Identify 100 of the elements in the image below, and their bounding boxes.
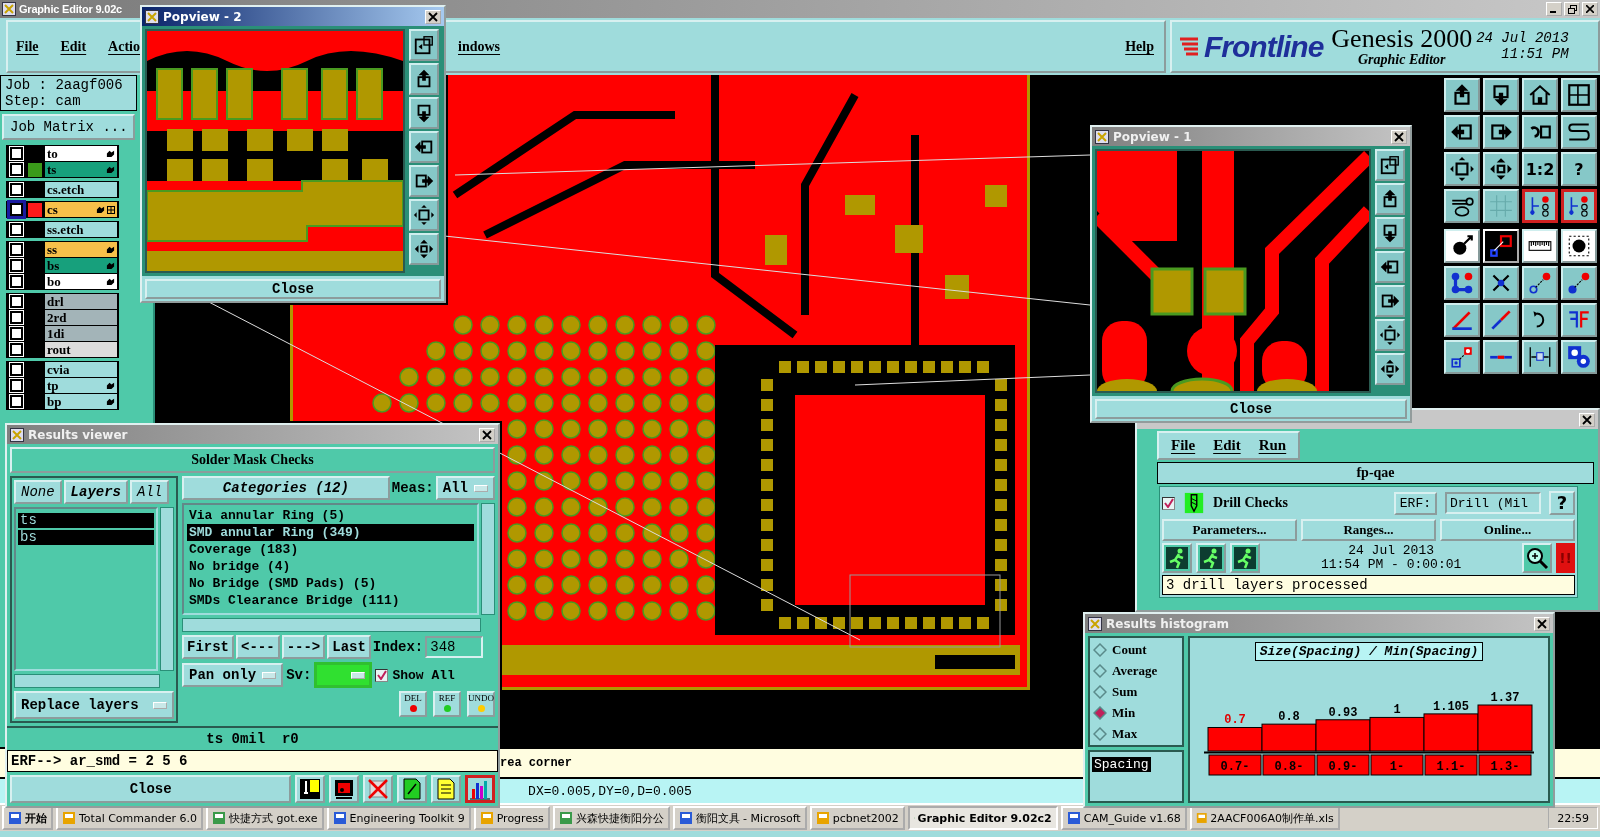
layer-checkbox[interactable] (10, 311, 23, 324)
layer-item[interactable]: bs (45, 258, 117, 273)
tool-button[interactable]: 1:2 (1522, 152, 1558, 186)
job-matrix-button[interactable]: Job Matrix ... (2, 114, 135, 140)
layer-checkbox[interactable] (10, 259, 23, 272)
taskbar-button[interactable]: 衡阳文具 - Microsoft (672, 806, 807, 830)
list-item[interactable]: SMDs Clearance Bridge (111) (187, 592, 474, 609)
layer-item[interactable]: 1di (45, 326, 117, 341)
radio-button[interactable] (1093, 705, 1107, 720)
layer-item[interactable]: to (45, 146, 117, 161)
layer-checkbox[interactable] (10, 379, 23, 392)
navigation-button[interactable]: Last (327, 635, 371, 659)
taskbar-button[interactable]: Progress (473, 806, 550, 830)
taskbar-button[interactable]: pcbnet2002 (809, 806, 905, 830)
menu-item[interactable]: Actio (108, 38, 140, 55)
scrollbar[interactable] (160, 507, 174, 671)
none-button[interactable]: None (14, 480, 62, 504)
close-button[interactable] (1582, 2, 1598, 16)
radio-option[interactable]: Count (1093, 640, 1179, 659)
navigation-button[interactable]: <--- (236, 635, 280, 659)
radio-button[interactable] (1093, 726, 1107, 741)
action-button[interactable]: Ranges... (1301, 519, 1436, 541)
layer-item[interactable]: cvia (45, 362, 117, 377)
layer-item[interactable]: ss (45, 242, 117, 257)
navigation-button[interactable]: ---> (281, 635, 326, 659)
layer-item[interactable]: drl (45, 294, 117, 309)
layer-checkbox[interactable] (10, 147, 23, 160)
list-item[interactable]: ts (18, 513, 154, 528)
menu-item[interactable]: Run (1258, 437, 1287, 454)
layer-checkbox[interactable] (10, 363, 23, 376)
layer-checkbox[interactable] (10, 395, 23, 408)
tool-button[interactable] (1561, 189, 1597, 223)
layer-checkbox[interactable] (10, 275, 23, 288)
menu-item[interactable]: File (16, 38, 39, 55)
taskbar-button[interactable]: 兴森快捷衡阳分公 (552, 806, 670, 830)
layer-checkbox[interactable] (10, 243, 23, 256)
radio-button[interactable] (1093, 684, 1107, 699)
layer-checkbox[interactable] (10, 295, 23, 308)
close-button[interactable]: Close (145, 279, 441, 299)
taskbar-button[interactable]: CAM_Guide v1.68 (1060, 806, 1187, 830)
radio-option[interactable]: Sum (1093, 682, 1179, 701)
layer-item[interactable]: ss.etch (45, 222, 117, 237)
list-item[interactable]: No bridge (4) (187, 558, 474, 575)
layer-item[interactable]: bp (45, 394, 117, 409)
show-all-checkbox[interactable]: Show All (375, 667, 455, 683)
erf-field[interactable]: Drill (Mil (1445, 492, 1541, 514)
list-item[interactable]: bs (18, 530, 154, 545)
radio-option[interactable]: Max (1093, 724, 1179, 743)
edit-button[interactable]: REF (433, 691, 461, 717)
menu-item[interactable]: Edit (60, 38, 87, 55)
list-item[interactable]: No Bridge (SMD Pads) (5) (187, 575, 474, 592)
pan-mode-dropdown[interactable]: Pan only (182, 663, 284, 687)
run-button[interactable] (1230, 543, 1260, 573)
zoom-button[interactable] (1522, 543, 1553, 573)
layer-item[interactable]: tp (45, 378, 117, 393)
taskbar-button[interactable]: Engineering Toolkit 9 (326, 806, 471, 830)
close-button[interactable] (1391, 129, 1407, 144)
layer-item[interactable]: bo (45, 274, 117, 289)
minimize-button[interactable] (1546, 2, 1562, 16)
layer-checkbox[interactable] (10, 327, 23, 340)
menu-item[interactable]: File (1171, 437, 1196, 454)
radio-button[interactable] (1093, 663, 1107, 678)
edit-button[interactable]: UNDO (467, 691, 495, 717)
scrollbar[interactable] (182, 618, 481, 632)
start-button[interactable]: 开始 (2, 806, 53, 830)
layer-item[interactable]: cs.etch (45, 182, 117, 197)
taskbar-button[interactable]: 快捷方式 got.exe (206, 806, 324, 830)
radio-button[interactable] (1093, 642, 1107, 657)
run-button[interactable] (1162, 543, 1192, 573)
edit-button[interactable]: DEL (399, 691, 427, 717)
checkbox[interactable] (1162, 496, 1175, 510)
layer-checkbox[interactable] (10, 183, 23, 196)
list-item[interactable]: Spacing (1092, 757, 1151, 772)
help-button[interactable]: ? (1549, 491, 1575, 515)
layer-item[interactable]: ts (45, 162, 117, 177)
categories-button[interactable]: Categories (12) (182, 476, 390, 500)
close-button[interactable] (1579, 412, 1595, 427)
list-item[interactable]: SMD annular Ring (349) (187, 524, 474, 541)
navigation-button[interactable]: First (182, 635, 234, 659)
tool-button[interactable]: ? (1561, 152, 1597, 186)
restore-button[interactable] (1564, 2, 1580, 16)
layer-item[interactable]: cs (45, 202, 117, 217)
menu-item[interactable]: Help (1125, 38, 1154, 55)
action-button[interactable]: Online... (1440, 519, 1575, 541)
radio-option[interactable]: Average (1093, 661, 1179, 680)
layer-checkbox[interactable] (10, 203, 23, 216)
menu-item[interactable]: Edit (1213, 437, 1241, 454)
replace-layers-dropdown[interactable]: Replace layers (14, 691, 174, 719)
view-button[interactable] (465, 775, 495, 803)
close-button[interactable] (425, 9, 441, 24)
layer-item[interactable]: 2rd (45, 310, 117, 325)
list-item[interactable]: Coverage (183) (187, 541, 474, 558)
layer-item[interactable]: rout (45, 342, 117, 357)
taskbar-button[interactable]: 2AACF006A0制作单.xls (1189, 806, 1340, 830)
close-button[interactable]: Close (10, 775, 292, 803)
taskbar-button[interactable]: Graphic Editor 9.02c2 (907, 806, 1058, 830)
run-button[interactable] (1196, 543, 1226, 573)
layer-checkbox[interactable] (10, 223, 23, 236)
layer-checkbox[interactable] (10, 163, 23, 176)
list-item[interactable]: Via annular Ring (5) (187, 507, 474, 524)
